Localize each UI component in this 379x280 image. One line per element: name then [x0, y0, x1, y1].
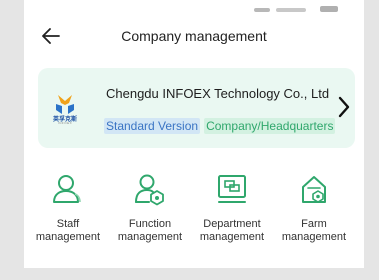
- department-management-label: Department management: [199, 218, 265, 243]
- department-icon: [218, 175, 246, 203]
- staff-icon: [53, 175, 81, 203]
- function-management-label: Function management: [117, 218, 183, 243]
- staff-management-label: Staff management: [35, 218, 101, 243]
- farm-icon: [302, 176, 326, 203]
- chevron-right-icon: [338, 96, 350, 118]
- farm-management-label: Farm management: [281, 218, 347, 243]
- company-type-tag: Company/Headquarters: [204, 118, 336, 134]
- company-card[interactable]: 英孚克斯 INFOEX Chengdu INFOEX Technology Co…: [38, 68, 355, 148]
- staff-management-item[interactable]: Staff management: [28, 172, 108, 252]
- company-name: Chengdu INFOEX Technology Co., Ltd: [106, 86, 330, 101]
- farm-management-item[interactable]: Farm management: [274, 172, 354, 252]
- company-tags: Standard Version Company/Headquarters: [104, 118, 336, 134]
- status-bar: [24, 0, 364, 16]
- logo-subtext: INFOEX: [57, 121, 73, 125]
- department-management-item[interactable]: Department management: [192, 172, 272, 252]
- function-icon: [135, 174, 164, 206]
- function-management-item[interactable]: Function management: [110, 172, 190, 252]
- version-tag: Standard Version: [104, 118, 201, 134]
- header: Company management: [24, 22, 364, 50]
- management-menu: Staff management Function management Dep…: [24, 172, 364, 252]
- page-title: Company management: [121, 28, 267, 44]
- phone-screen: Company management 英孚克斯 INFOEX Chengdu I…: [24, 0, 364, 268]
